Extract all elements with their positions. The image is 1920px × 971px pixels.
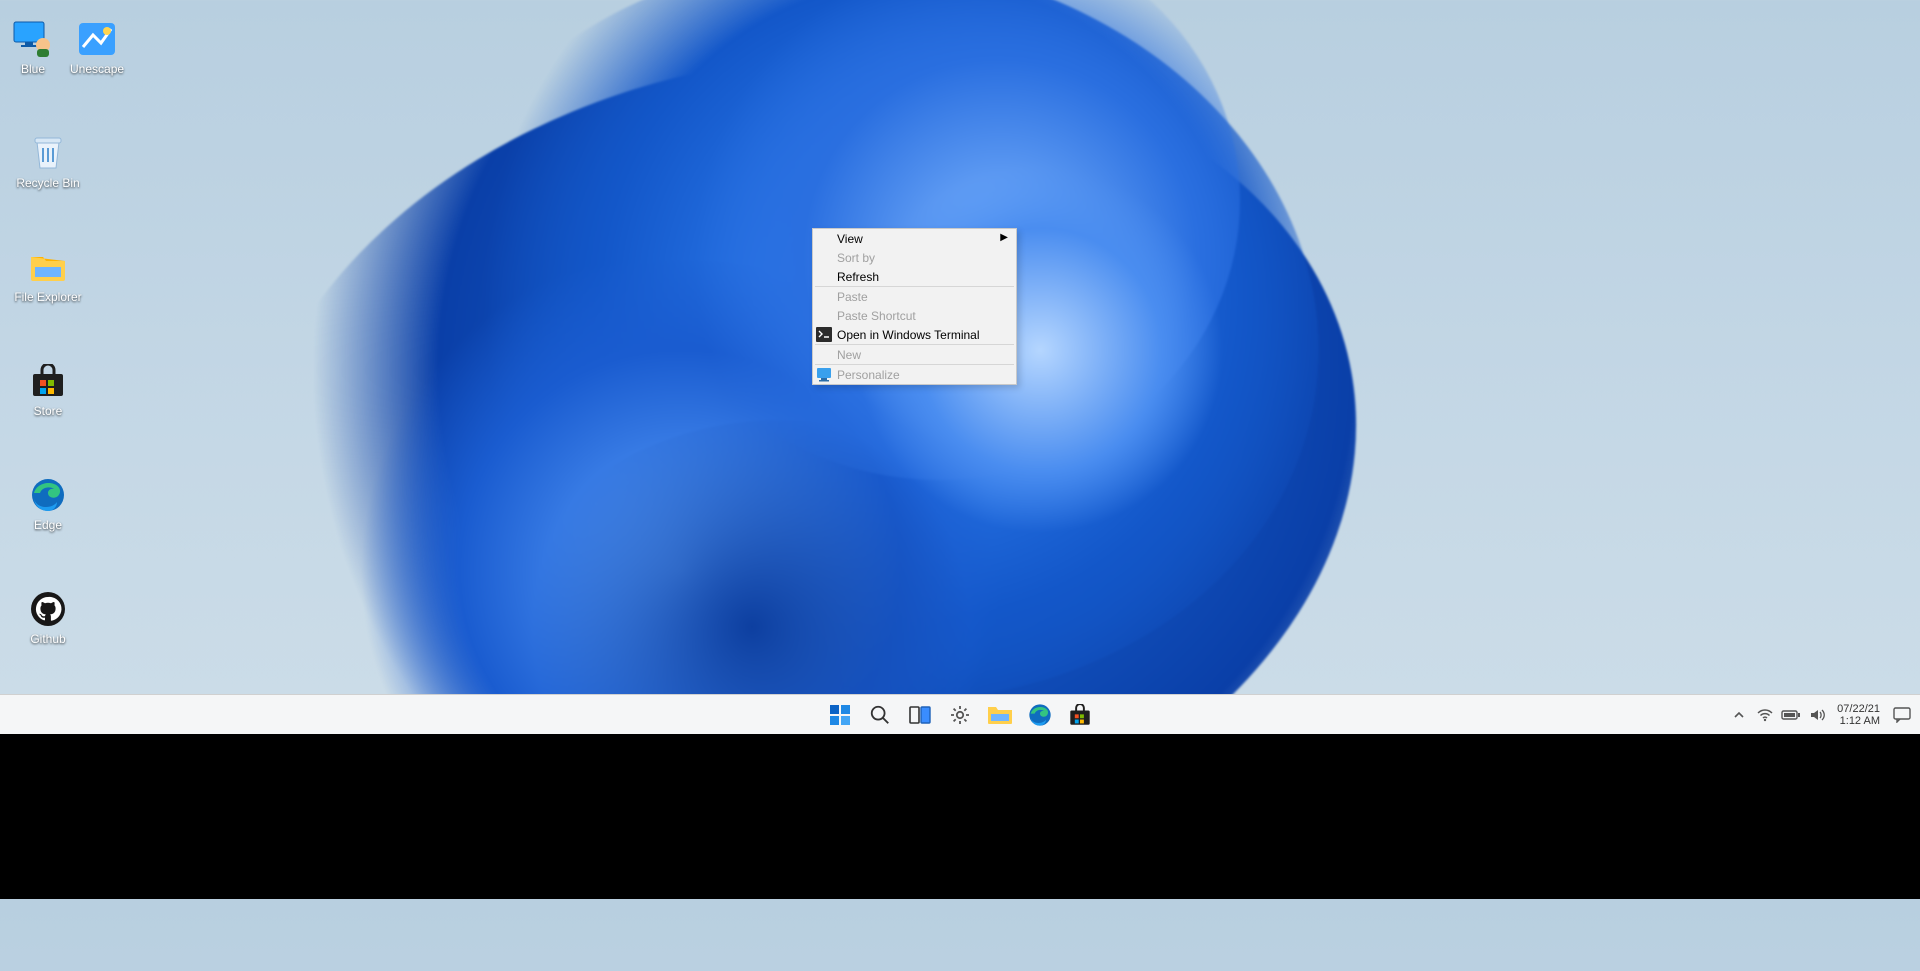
desktop-icon-unescape[interactable]: Unescape [70,18,124,114]
desktop-icon-blue[interactable]: Blue [10,18,56,114]
ctx-label: View [837,232,863,246]
ctx-label: Sort by [837,251,875,265]
desktop-icon-recycle-bin[interactable]: Recycle Bin [10,132,86,228]
settings-button[interactable] [944,699,976,731]
chevron-right-icon: ▶ [1000,232,1008,243]
terminal-icon [816,327,832,342]
recycle-bin-icon [25,132,71,174]
chevron-up-icon [1733,709,1745,721]
ctx-item-view[interactable]: View ▶ [813,229,1016,248]
monitor-user-icon [10,18,56,60]
ctx-item-paste-shortcut[interactable]: Paste Shortcut [813,306,1016,325]
ctx-item-new[interactable]: New [813,345,1016,364]
edge-icon [1028,703,1052,727]
ctx-label: Paste [837,290,868,304]
ctx-item-refresh[interactable]: Refresh [813,267,1016,286]
ctx-label: Paste Shortcut [837,309,916,323]
search-button[interactable] [864,699,896,731]
folder-icon [25,246,71,288]
ctx-item-open-terminal[interactable]: Open in Windows Terminal [813,325,1016,344]
monitor-icon [816,367,832,382]
desktop-icon-label: Edge [34,518,62,532]
task-view-button[interactable] [904,699,936,731]
desktop-context-menu: View ▶ Sort by Refresh Paste Paste Short… [812,228,1017,385]
windows-logo-icon [828,703,852,727]
desktop-icons-column: Blue Unescape Recycle Bin File Explorer … [10,18,100,702]
taskbar-center [824,695,1096,734]
ctx-item-sort-by[interactable]: Sort by [813,248,1016,267]
battery-status[interactable] [1781,705,1801,725]
below-viewport-filler [0,734,1920,899]
tray-date: 07/22/21 [1837,703,1880,715]
notifications-icon [1893,707,1911,723]
ctx-label: Open in Windows Terminal [837,328,980,342]
desktop-icon-github[interactable]: Github [10,588,86,684]
github-icon [25,588,71,630]
ctx-label: New [837,348,861,362]
desktop-icon-file-explorer[interactable]: File Explorer [10,246,86,342]
ctx-item-paste[interactable]: Paste [813,287,1016,306]
battery-icon [1781,709,1801,721]
desktop-icon-label: Unescape [70,62,124,76]
gear-icon [948,703,972,727]
sound-icon [1809,708,1825,722]
desktop-icon-label: File Explorer [14,290,81,304]
wifi-icon [1757,708,1773,722]
app-tile-icon [74,18,120,60]
desktop-icon-label: Blue [21,62,45,76]
store-icon [25,360,71,402]
edge-button[interactable] [1024,699,1056,731]
desktop-icon-label: Store [34,404,63,418]
ctx-item-personalize[interactable]: Personalize [813,365,1016,384]
desktop-icon-label: Github [30,632,65,646]
desktop-icon-store[interactable]: Store [10,360,86,456]
ctx-label: Refresh [837,270,879,284]
tray-time: 1:12 AM [1837,715,1880,727]
taskbar-clock[interactable]: 07/22/21 1:12 AM [1833,703,1884,727]
store-button[interactable] [1064,699,1096,731]
notifications-button[interactable] [1890,703,1914,727]
ctx-label: Personalize [837,368,900,382]
desktop-icon-label: Recycle Bin [16,176,79,190]
file-explorer-button[interactable] [984,699,1016,731]
search-icon [869,704,891,726]
wifi-status[interactable] [1755,705,1775,725]
start-button[interactable] [824,699,856,731]
store-icon [1068,704,1092,726]
edge-icon [25,474,71,516]
desktop-icon-edge[interactable]: Edge [10,474,86,570]
show-hidden-icons-button[interactable] [1729,705,1749,725]
folder-icon [987,704,1013,726]
system-tray: 07/22/21 1:12 AM [1729,695,1914,734]
taskbar: 07/22/21 1:12 AM [0,694,1920,734]
taskview-icon [908,703,932,727]
sound-status[interactable] [1807,705,1827,725]
